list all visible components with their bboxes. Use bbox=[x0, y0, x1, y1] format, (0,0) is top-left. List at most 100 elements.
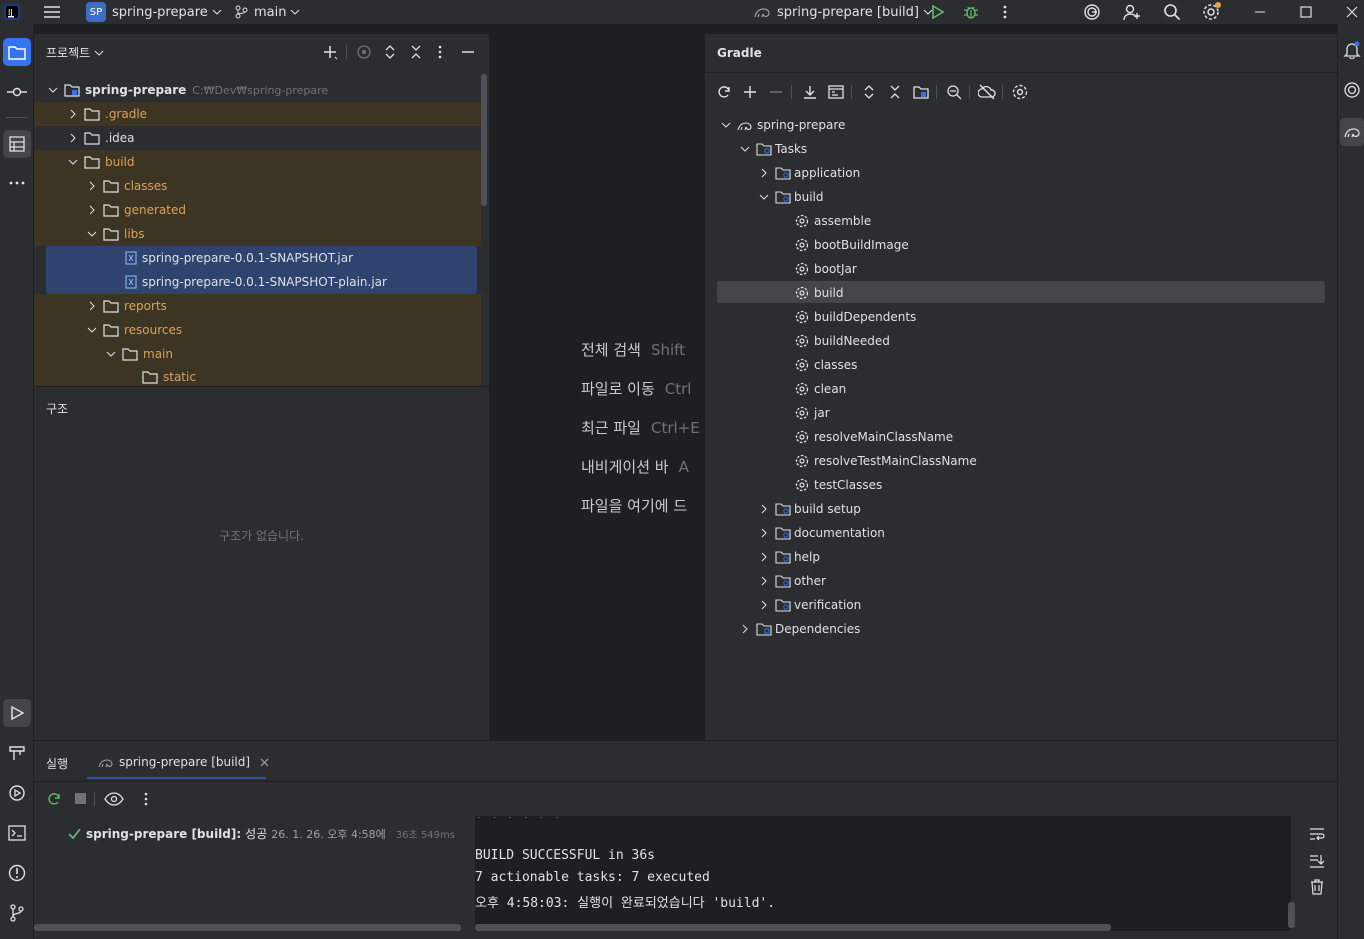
project-scrollbar[interactable] bbox=[481, 74, 487, 206]
console-vertical-scrollbar[interactable] bbox=[1288, 902, 1295, 928]
gradle-group-other[interactable]: other bbox=[757, 569, 826, 593]
tree-item-jar[interactable]: spring-prepare-0.0.1-SNAPSHOT.jar bbox=[34, 246, 481, 270]
gradle-tasks-node[interactable]: Tasks bbox=[738, 137, 807, 161]
gradle-task-selected[interactable]: build bbox=[795, 281, 844, 305]
scroll-to-end-icon[interactable] bbox=[1309, 853, 1325, 869]
collapse-all-icon[interactable] bbox=[408, 44, 424, 60]
gradle-task[interactable]: buildNeeded bbox=[795, 329, 890, 353]
gradle-task[interactable]: assemble bbox=[795, 209, 871, 233]
add-icon[interactable] bbox=[741, 83, 759, 101]
gradle-group-build-setup[interactable]: build setup bbox=[757, 497, 861, 521]
ai-chat-icon[interactable] bbox=[1340, 78, 1364, 102]
run-result-row[interactable]: spring-prepare [build]: 성공 26. 1. 26. 오후… bbox=[68, 825, 455, 842]
tree-item-root[interactable]: spring-prepare C:₩Dev₩spring-prepare bbox=[46, 78, 476, 102]
tree-item-plain-jar[interactable]: spring-prepare-0.0.1-SNAPSHOT-plain.jar bbox=[34, 270, 481, 294]
analyze-dependencies-icon[interactable] bbox=[945, 83, 963, 101]
project-panel-header[interactable]: 프로젝트 bbox=[46, 44, 104, 61]
more-tools-icon[interactable] bbox=[3, 169, 31, 197]
commit-tool-icon[interactable] bbox=[3, 78, 31, 106]
gradle-tool-icon[interactable] bbox=[1340, 118, 1364, 146]
run-tree: spring-prepare [build]: 성공 26. 1. 26. 오후… bbox=[34, 816, 475, 931]
locate-icon[interactable] bbox=[356, 44, 372, 60]
expand-all-icon[interactable] bbox=[382, 44, 398, 60]
gradle-group-help[interactable]: help bbox=[757, 545, 820, 569]
console-output[interactable]: · · · · · · BUILD SUCCESSFUL in 36s 7 ac… bbox=[475, 812, 1295, 931]
search-icon[interactable] bbox=[1162, 2, 1182, 22]
branch-selector[interactable]: main bbox=[234, 2, 300, 22]
terminal-tool-icon[interactable] bbox=[3, 819, 31, 847]
tree-item-generated[interactable]: generated bbox=[34, 198, 481, 222]
ai-assistant-icon[interactable] bbox=[1082, 2, 1102, 22]
build-tool-settings-icon[interactable] bbox=[1011, 83, 1029, 101]
collapse-all-icon[interactable] bbox=[886, 83, 904, 101]
more-options-icon[interactable] bbox=[995, 2, 1015, 22]
gradle-task[interactable]: classes bbox=[795, 353, 857, 377]
gradle-root[interactable]: spring-prepare bbox=[719, 113, 845, 137]
tree-item-static[interactable]: static bbox=[34, 366, 481, 386]
gradle-group-documentation[interactable]: documentation bbox=[757, 521, 885, 545]
folder-icon bbox=[84, 155, 100, 169]
gradle-task[interactable]: clean bbox=[795, 377, 846, 401]
tree-item-build[interactable]: build bbox=[34, 150, 481, 174]
project-selector[interactable]: SP spring-prepare bbox=[86, 2, 222, 22]
run-tab[interactable]: spring-prepare [build] bbox=[98, 749, 269, 775]
minimize-icon[interactable] bbox=[1250, 2, 1270, 22]
add-user-icon[interactable] bbox=[1122, 2, 1142, 22]
gradle-task[interactable]: resolveMainClassName bbox=[795, 425, 953, 449]
gradle-group-build[interactable]: build bbox=[757, 185, 824, 209]
trash-icon[interactable] bbox=[1310, 879, 1324, 895]
notifications-icon[interactable] bbox=[1340, 38, 1364, 62]
gradle-task[interactable]: bootBuildImage bbox=[795, 233, 909, 257]
more-options-icon[interactable] bbox=[144, 791, 148, 807]
gradle-group-verification[interactable]: verification bbox=[757, 593, 861, 617]
tree-item-reports[interactable]: reports bbox=[34, 294, 481, 318]
main-menu-icon[interactable] bbox=[42, 2, 62, 22]
rerun-icon[interactable] bbox=[46, 791, 62, 807]
structure-tool-icon[interactable] bbox=[3, 130, 31, 158]
soft-wrap-icon[interactable] bbox=[1309, 827, 1325, 841]
group-modules-icon[interactable] bbox=[912, 83, 930, 101]
console-horizontal-scrollbar[interactable] bbox=[475, 924, 1111, 931]
gradle-task[interactable]: bootJar bbox=[795, 257, 857, 281]
tree-item-idea[interactable]: .idea bbox=[34, 126, 481, 150]
expand-all-icon[interactable] bbox=[860, 83, 878, 101]
gradle-task[interactable]: testClasses bbox=[795, 473, 882, 497]
stop-icon[interactable] bbox=[74, 792, 87, 805]
run-icon[interactable] bbox=[927, 2, 947, 22]
add-icon[interactable] bbox=[322, 44, 338, 60]
settings-icon[interactable] bbox=[1202, 2, 1222, 22]
git-tool-icon[interactable] bbox=[3, 899, 31, 927]
problems-tool-icon[interactable] bbox=[3, 859, 31, 887]
build-tool-icon[interactable] bbox=[3, 739, 31, 767]
run-config-selector[interactable]: spring-prepare [build] bbox=[753, 2, 933, 22]
debug-icon[interactable] bbox=[961, 2, 981, 22]
execute-task-icon[interactable] bbox=[827, 83, 845, 101]
gradle-task[interactable]: buildDependents bbox=[795, 305, 916, 329]
gradle-group-application[interactable]: application bbox=[757, 161, 860, 185]
download-sources-icon[interactable] bbox=[801, 83, 819, 101]
services-tool-icon[interactable] bbox=[3, 779, 31, 807]
project-tool-icon[interactable] bbox=[3, 38, 31, 66]
gradle-task[interactable]: jar bbox=[795, 401, 830, 425]
close-icon[interactable] bbox=[1342, 2, 1362, 22]
tree-item-label: static bbox=[163, 370, 196, 384]
hide-panel-icon[interactable] bbox=[460, 44, 476, 60]
eye-icon[interactable] bbox=[104, 791, 124, 807]
maximize-icon[interactable] bbox=[1296, 2, 1316, 22]
reload-icon[interactable] bbox=[715, 83, 733, 101]
close-tab-icon[interactable] bbox=[260, 758, 269, 767]
tree-item-libs[interactable]: libs bbox=[34, 222, 481, 246]
tree-item-main[interactable]: main bbox=[34, 342, 481, 366]
tree-item-gradle[interactable]: .gradle bbox=[34, 102, 481, 126]
offline-mode-icon[interactable] bbox=[978, 83, 996, 101]
title-bar: IJ SP spring-prepare main spring-prepare… bbox=[0, 0, 1364, 24]
gradle-task[interactable]: resolveTestMainClassName bbox=[795, 449, 977, 473]
remove-icon[interactable] bbox=[767, 83, 785, 101]
run-tool-icon[interactable] bbox=[3, 699, 31, 727]
tree-item-classes[interactable]: classes bbox=[34, 174, 481, 198]
tree-item-resources[interactable]: resources bbox=[34, 318, 481, 342]
options-icon[interactable] bbox=[438, 44, 442, 60]
horizontal-scrollbar[interactable] bbox=[34, 924, 461, 931]
gradle-dependencies-node[interactable]: Dependencies bbox=[738, 617, 860, 641]
intellij-logo-icon[interactable]: IJ bbox=[2, 2, 22, 22]
